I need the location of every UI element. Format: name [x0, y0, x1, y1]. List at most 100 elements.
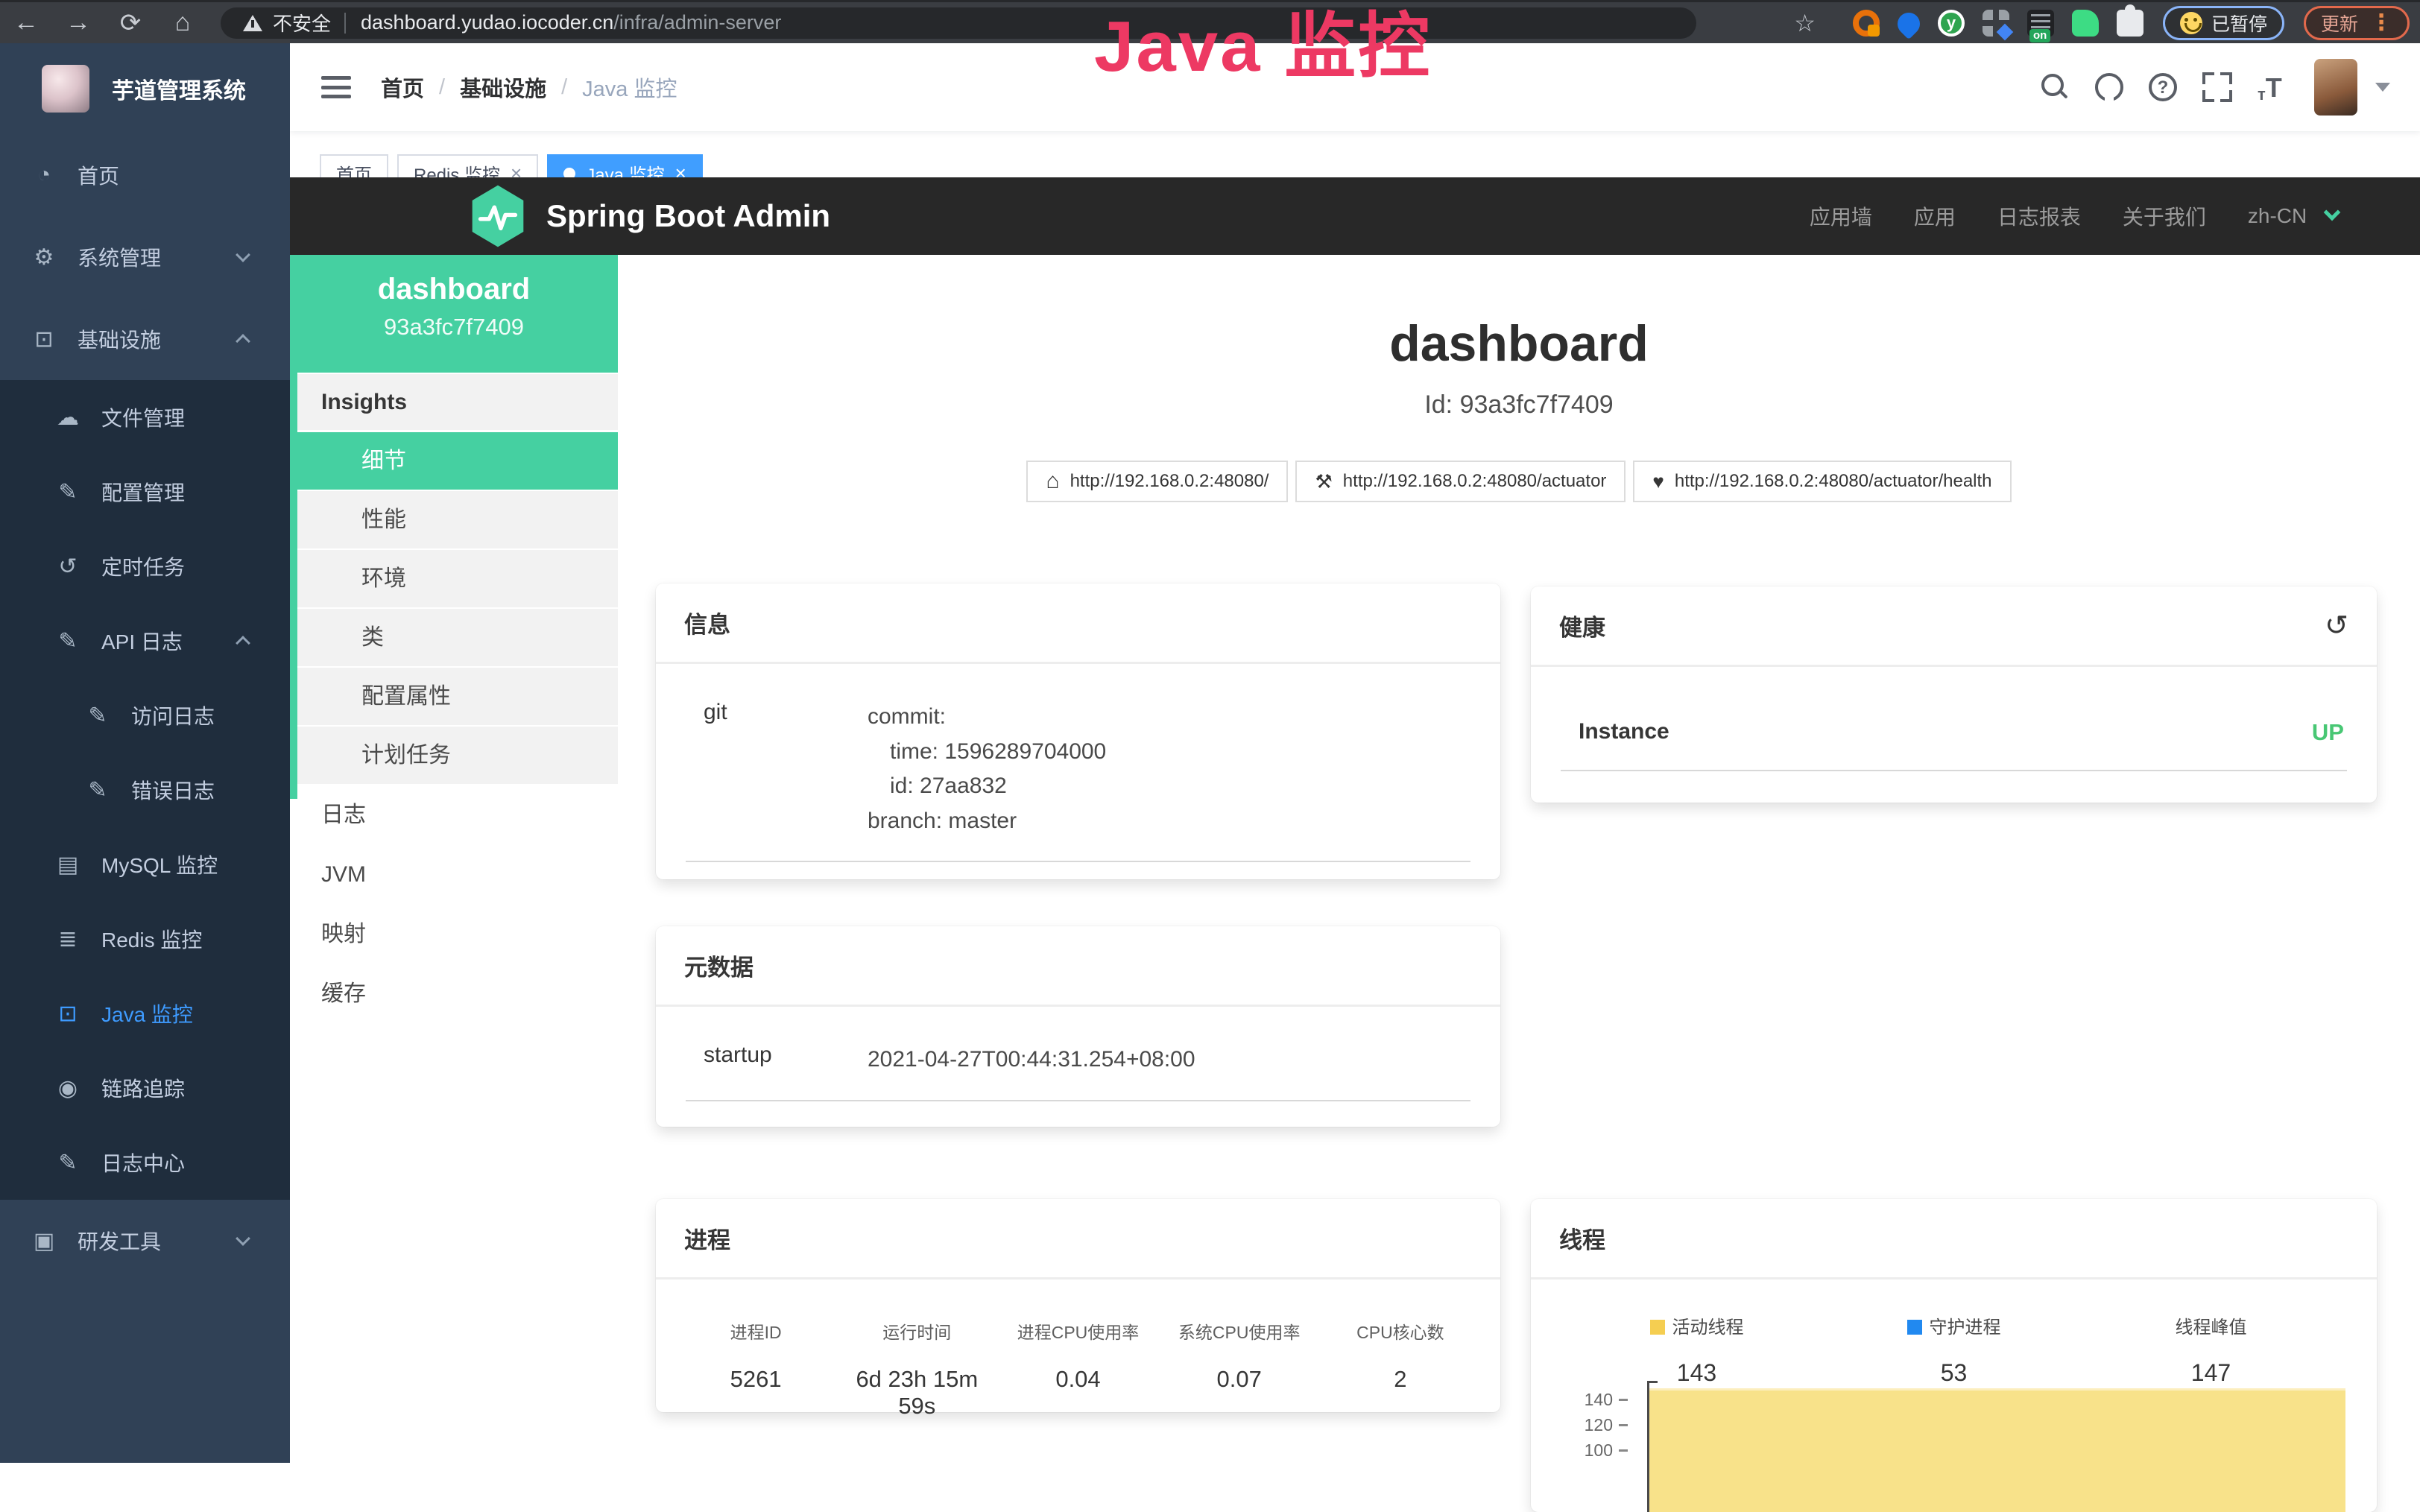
sidebar-collapse-icon[interactable]	[321, 76, 351, 98]
update-label: 更新	[2321, 10, 2358, 37]
url-host[interactable]: dashboard.yudao.iocoder.cn	[361, 11, 613, 34]
browser-back-icon[interactable]	[0, 8, 52, 37]
browser-update-button[interactable]: 更新	[2304, 6, 2410, 40]
extensions-puzzle-icon[interactable]	[2117, 10, 2143, 37]
info-card-title: 信息	[656, 583, 1500, 664]
status-badge: UP	[2312, 719, 2344, 746]
sba-sidebar-item-details[interactable]: 细节	[290, 432, 618, 491]
search-icon[interactable]	[2040, 72, 2070, 102]
gear-icon	[30, 244, 58, 271]
process-col-sys-cpu: 系统CPU使用率 0.07	[1159, 1318, 1320, 1420]
sidebar-item-api-logs[interactable]: API 日志	[0, 604, 290, 678]
github-icon[interactable]	[2095, 73, 2123, 101]
sba-sidebar-item-mappings[interactable]: 映射	[290, 905, 618, 964]
sidebar-item-config-mgmt[interactable]: 配置管理	[0, 455, 290, 529]
app-sidebar: 芋道管理系统 首页 系统管理 基础设施 文件管理 配置管理 定时任务 API 日…	[0, 43, 290, 1463]
instance-header[interactable]: dashboard 93a3fc7f7409	[290, 255, 618, 373]
bookmark-star-icon[interactable]	[1794, 9, 1816, 37]
help-icon[interactable]	[2149, 73, 2177, 101]
col-value: 2	[1320, 1366, 1481, 1393]
extension-icon-grid[interactable]	[1983, 10, 2009, 37]
sba-sidebar-item-logs[interactable]: 日志	[290, 785, 618, 845]
sidebar-item-label: 定时任务	[101, 551, 185, 581]
address-bar[interactable]: 不安全 dashboard.yudao.iocoder.cn/infra/adm…	[221, 7, 1696, 39]
sba-sidebar-item-config-props[interactable]: 配置属性	[290, 668, 618, 727]
sba-sidebar-item-classes[interactable]: 类	[290, 609, 618, 668]
threads-legend: 活动线程 守护进程 线程峰值	[1531, 1312, 2377, 1338]
sidebar-item-java-monitor[interactable]: Java 监控	[0, 976, 290, 1051]
sba-sidebar-item-jvm[interactable]: JVM	[290, 845, 618, 905]
sidebar-item-dev-tools[interactable]: 研发工具	[0, 1200, 290, 1282]
chevron-up-icon	[236, 334, 250, 349]
y-axis-tick: 100	[1559, 1440, 1628, 1461]
breadcrumb-infrastructure[interactable]: 基础设施	[460, 72, 546, 103]
browser-actions: y on 已暂停 更新	[1789, 6, 2410, 40]
sidebar-item-log-center[interactable]: 日志中心	[0, 1125, 290, 1200]
health-instance-row: Instance UP	[1561, 719, 2347, 771]
infrastructure-icon	[30, 326, 58, 352]
browser-forward-icon[interactable]	[52, 8, 104, 37]
extension-icon-switch[interactable]: on	[2027, 10, 2054, 37]
legend-label: 活动线程	[1672, 1318, 1744, 1338]
sba-locale-select[interactable]: zh-CN	[2248, 204, 2338, 228]
service-url-button[interactable]: http://192.168.0.2:48080/	[1026, 461, 1288, 502]
health-url-button[interactable]: http://192.168.0.2:48080/actuator/health	[1633, 461, 2011, 502]
browser-menu-icon[interactable]	[2370, 10, 2392, 36]
y-axis-tick: 120	[1559, 1415, 1628, 1435]
instance-subtitle: Id: 93a3fc7f7409	[618, 390, 2420, 420]
sba-nav-journal[interactable]: 日志报表	[1997, 201, 2081, 231]
threads-area-chart: 140 120 100	[1559, 1376, 2348, 1512]
chevron-up-icon	[236, 636, 250, 651]
infrastructure-submenu: 文件管理 配置管理 定时任务 API 日志 访问日志 错误日志 MySQL 监控	[0, 380, 290, 1200]
git-id-line: id: 27aa832	[868, 769, 1106, 804]
sidebar-item-label: 文件管理	[101, 402, 185, 432]
sidebar-item-scheduled-jobs[interactable]: 定时任务	[0, 529, 290, 604]
sidebar-item-mysql-monitor[interactable]: MySQL 监控	[0, 827, 290, 902]
extension-icon-orange[interactable]	[1853, 10, 1880, 37]
layers-icon	[54, 926, 82, 952]
sidebar-item-label: 基础设施	[78, 324, 161, 354]
log-center-icon	[54, 1150, 82, 1176]
legend-peak-threads: 线程峰值	[2082, 1312, 2340, 1338]
user-avatar[interactable]	[2314, 59, 2357, 116]
sba-nav-about[interactable]: 关于我们	[2123, 201, 2206, 231]
sidebar-item-system-mgmt[interactable]: 系统管理	[0, 216, 290, 298]
legend-daemon-threads: 守护进程	[1825, 1312, 2082, 1338]
profile-emoji-avatar	[2180, 12, 2202, 34]
sba-sidebar-item-environment[interactable]: 环境	[290, 550, 618, 609]
actuator-url-button[interactable]: http://192.168.0.2:48080/actuator	[1295, 461, 1626, 502]
url-path[interactable]: /infra/admin-server	[613, 11, 781, 34]
browser-reload-icon[interactable]	[104, 8, 157, 38]
extension-icon-pin[interactable]	[1893, 8, 1924, 39]
sba-sidebar-item-caches[interactable]: 缓存	[290, 964, 618, 1024]
extension-icon-leaf[interactable]	[2072, 10, 2099, 37]
caret-down-icon[interactable]	[2375, 83, 2390, 92]
extension-icon-letter[interactable]: y	[1938, 10, 1965, 37]
sidebar-item-access-logs[interactable]: 访问日志	[0, 678, 290, 753]
sidebar-item-tracing[interactable]: 链路追踪	[0, 1051, 290, 1125]
legend-label: 守护进程	[1930, 1318, 2001, 1338]
sidebar-item-infrastructure[interactable]: 基础设施	[0, 298, 290, 380]
monitor-icon	[54, 1001, 82, 1027]
process-col-uptime: 运行时间 6d 23h 15m 59s	[836, 1318, 997, 1420]
font-size-icon[interactable]	[2258, 72, 2287, 102]
sidebar-item-file-mgmt[interactable]: 文件管理	[0, 380, 290, 455]
sidebar-item-redis-monitor[interactable]: Redis 监控	[0, 902, 290, 976]
legend-swatch-yellow	[1650, 1320, 1665, 1335]
breadcrumb-home[interactable]: 首页	[381, 72, 424, 103]
not-secure-label[interactable]: 不安全	[273, 9, 331, 37]
sidebar-item-error-logs[interactable]: 错误日志	[0, 753, 290, 827]
dashboard-icon	[30, 162, 58, 188]
sba-nav-wallboard[interactable]: 应用墙	[1810, 201, 1872, 231]
sidebar-group-insights: Insights	[290, 374, 618, 432]
profile-paused-pill[interactable]: 已暂停	[2163, 6, 2284, 40]
fullscreen-icon[interactable]	[2202, 72, 2232, 102]
sba-brand-title[interactable]: Spring Boot Admin	[546, 198, 830, 234]
sba-nav-applications[interactable]: 应用	[1914, 201, 1956, 231]
sba-sidebar-item-metrics[interactable]: 性能	[290, 491, 618, 550]
app-logo-row[interactable]: 芋道管理系统	[0, 43, 290, 134]
sidebar-item-home[interactable]: 首页	[0, 134, 290, 216]
sba-sidebar-item-scheduled-tasks[interactable]: 计划任务	[290, 727, 618, 785]
browser-home-icon[interactable]	[157, 8, 209, 37]
history-icon[interactable]	[2325, 609, 2348, 642]
